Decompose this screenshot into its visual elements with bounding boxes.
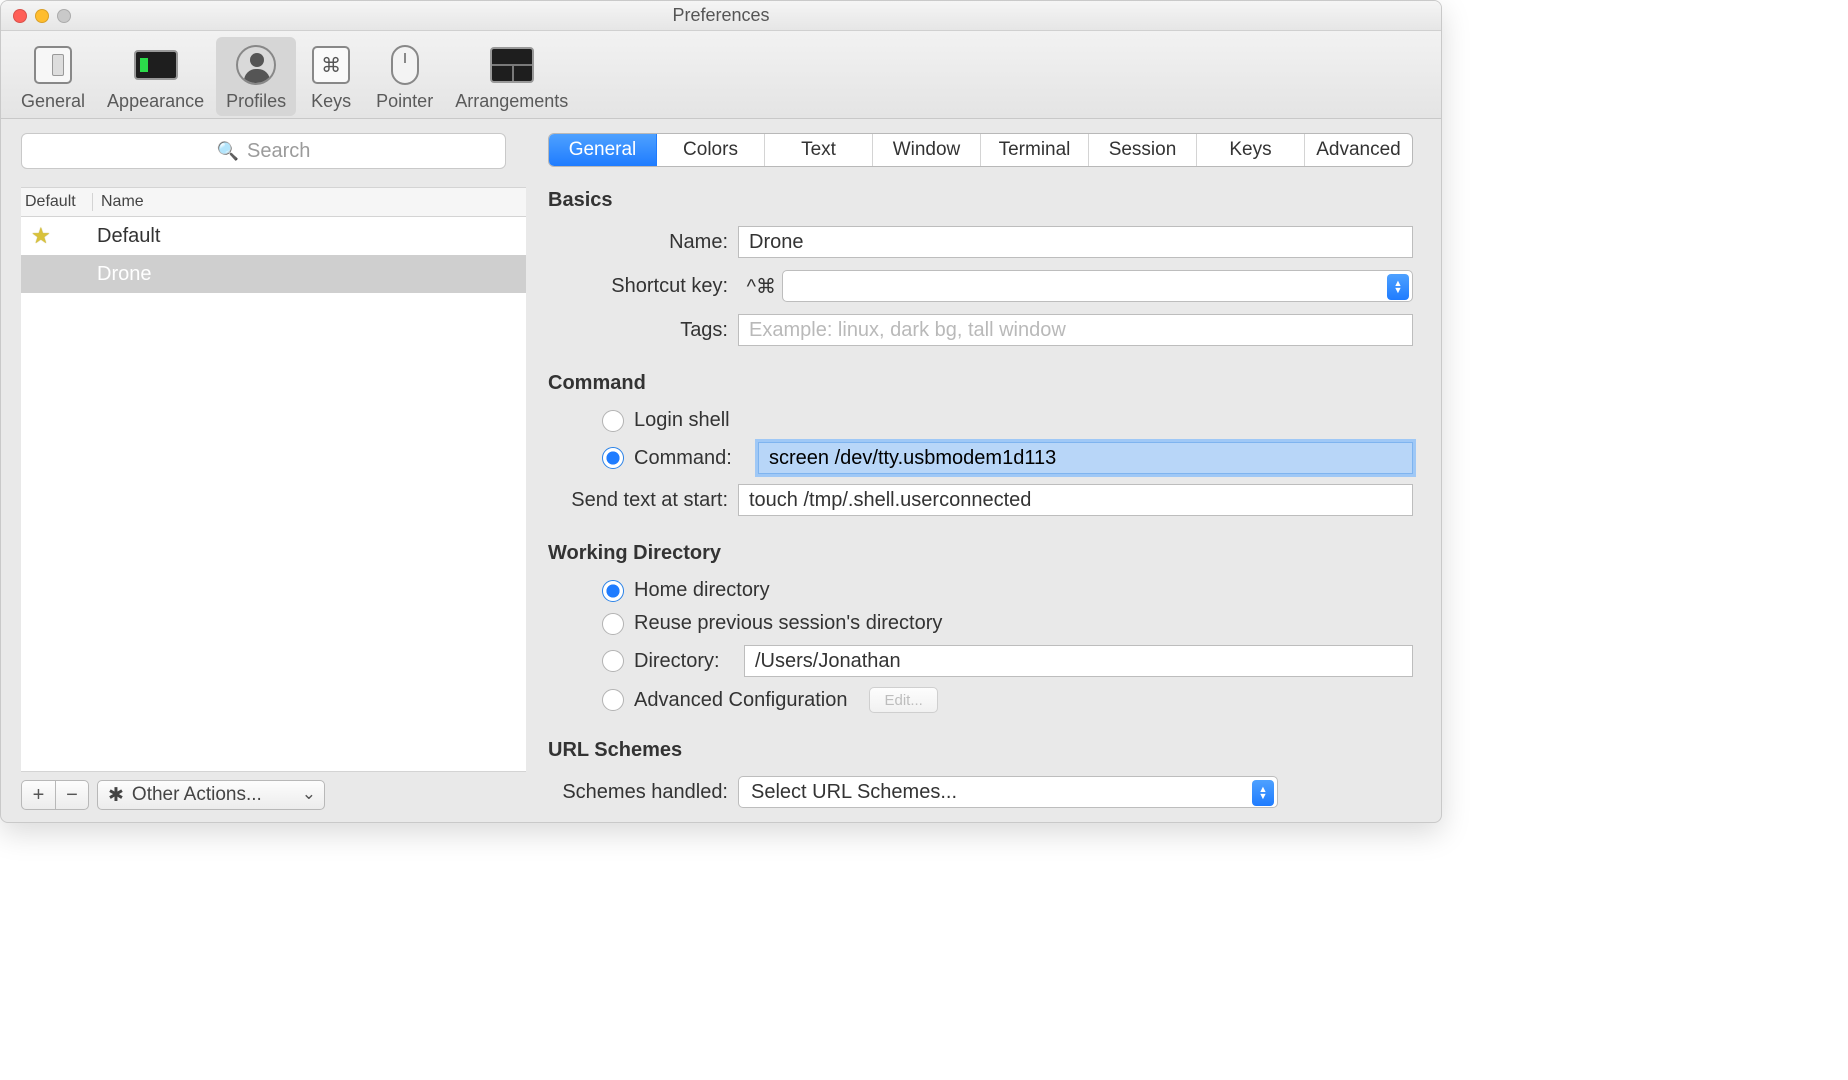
toolbar-label: Arrangements — [455, 91, 568, 112]
directory-label: Directory: — [634, 650, 734, 673]
tags-label: Tags: — [548, 319, 738, 342]
window-layout-icon — [490, 47, 534, 83]
home-dir-label: Home directory — [634, 579, 770, 602]
section-command-title: Command — [548, 372, 1413, 395]
tab-colors[interactable]: Colors — [657, 134, 765, 166]
profiles-list: ★ Default Drone — [21, 217, 526, 772]
schemes-value: Select URL Schemes... — [751, 781, 957, 804]
sidebar-footer: + − ✱ Other Actions... — [21, 780, 526, 810]
toolbar-label: Profiles — [226, 91, 286, 112]
radio-icon — [602, 650, 624, 672]
section-workdir-title: Working Directory — [548, 542, 1413, 565]
person-icon — [236, 45, 276, 85]
toolbar-item-appearance[interactable]: Appearance — [97, 37, 214, 116]
switch-icon — [34, 46, 72, 84]
toolbar-item-profiles[interactable]: Profiles — [216, 37, 296, 116]
column-default[interactable]: Default — [21, 193, 93, 211]
tab-window[interactable]: Window — [873, 134, 981, 166]
preferences-toolbar: General Appearance Profiles ⌘ Keys Point… — [1, 31, 1441, 119]
section-url-title: URL Schemes — [548, 739, 1413, 762]
radio-icon — [602, 580, 624, 602]
radio-reuse-directory[interactable]: Reuse previous session's directory — [602, 612, 1413, 635]
send-text-label: Send text at start: — [548, 489, 738, 512]
advanced-config-label: Advanced Configuration — [634, 689, 847, 712]
command-label: Command: — [634, 447, 748, 470]
search-placeholder: Search — [247, 140, 310, 163]
column-name[interactable]: Name — [93, 193, 144, 211]
add-profile-button[interactable]: + — [21, 780, 55, 810]
toolbar-label: General — [21, 91, 85, 112]
titlebar: Preferences — [1, 1, 1441, 31]
name-label: Name: — [548, 231, 738, 254]
search-icon: 🔍 — [217, 141, 239, 162]
schemes-label: Schemes handled: — [548, 781, 738, 804]
monitor-icon — [134, 50, 178, 80]
radio-advanced-config[interactable]: Advanced Configuration Edit... — [602, 687, 1413, 713]
profile-row-drone[interactable]: Drone — [21, 255, 526, 293]
shortcut-label: Shortcut key: — [548, 275, 738, 298]
chevron-updown-icon: ▲▼ — [1387, 274, 1409, 300]
profile-name: Drone — [97, 263, 151, 286]
send-text-input[interactable] — [738, 484, 1413, 516]
toolbar-label: Pointer — [376, 91, 433, 112]
profile-settings-panel: General Colors Text Window Terminal Sess… — [526, 115, 1441, 822]
toolbar-item-general[interactable]: General — [11, 37, 95, 116]
tab-session[interactable]: Session — [1089, 134, 1197, 166]
mouse-icon — [391, 45, 419, 85]
radio-icon — [602, 689, 624, 711]
profiles-sidebar: 🔍 Search Default Name ★ Default Drone + — [1, 115, 526, 822]
tags-input[interactable] — [738, 314, 1413, 346]
preferences-window: Preferences General Appearance Profiles … — [0, 0, 1442, 823]
radio-icon — [602, 613, 624, 635]
name-input[interactable] — [738, 226, 1413, 258]
tab-general[interactable]: General — [549, 134, 657, 166]
radio-directory[interactable]: Directory: — [602, 645, 1413, 677]
radio-icon — [602, 447, 624, 469]
gear-icon: ✱ — [108, 784, 124, 807]
tab-text[interactable]: Text — [765, 134, 873, 166]
toolbar-item-pointer[interactable]: Pointer — [366, 37, 443, 116]
radio-command[interactable]: Command: — [602, 442, 1413, 474]
body: 🔍 Search Default Name ★ Default Drone + — [1, 115, 1441, 822]
toolbar-item-keys[interactable]: ⌘ Keys — [298, 37, 364, 116]
profiles-list-header: Default Name — [21, 187, 526, 217]
edit-button[interactable]: Edit... — [869, 687, 937, 713]
login-shell-label: Login shell — [634, 409, 730, 432]
toolbar-label: Appearance — [107, 91, 204, 112]
other-actions-label: Other Actions... — [132, 784, 262, 806]
radio-icon — [602, 410, 624, 432]
window-title: Preferences — [1, 5, 1441, 26]
tab-keys[interactable]: Keys — [1197, 134, 1305, 166]
reuse-dir-label: Reuse previous session's directory — [634, 612, 942, 635]
toolbar-label: Keys — [311, 91, 351, 112]
directory-input[interactable] — [744, 645, 1413, 677]
tab-advanced[interactable]: Advanced — [1305, 134, 1412, 166]
profile-tabs: General Colors Text Window Terminal Sess… — [548, 133, 1413, 167]
command-input[interactable] — [758, 442, 1413, 474]
radio-login-shell[interactable]: Login shell — [602, 409, 1413, 432]
search-input[interactable]: 🔍 Search — [21, 133, 506, 169]
chevron-updown-icon: ▲▼ — [1252, 780, 1274, 806]
command-key-icon: ⌘ — [312, 46, 350, 84]
section-basics-title: Basics — [548, 189, 1413, 212]
tab-terminal[interactable]: Terminal — [981, 134, 1089, 166]
shortcut-dropdown[interactable]: ▲▼ — [782, 270, 1413, 302]
profile-row-default[interactable]: ★ Default — [21, 217, 526, 255]
schemes-dropdown[interactable]: Select URL Schemes... ▲▼ — [738, 776, 1278, 808]
profile-name: Default — [97, 225, 160, 248]
remove-profile-button[interactable]: − — [55, 780, 89, 810]
other-actions-menu[interactable]: ✱ Other Actions... — [97, 780, 325, 810]
toolbar-item-arrangements[interactable]: Arrangements — [445, 37, 578, 116]
star-icon: ★ — [31, 223, 97, 249]
radio-home-directory[interactable]: Home directory — [602, 579, 1413, 602]
shortcut-prefix: ^⌘ — [738, 274, 776, 299]
